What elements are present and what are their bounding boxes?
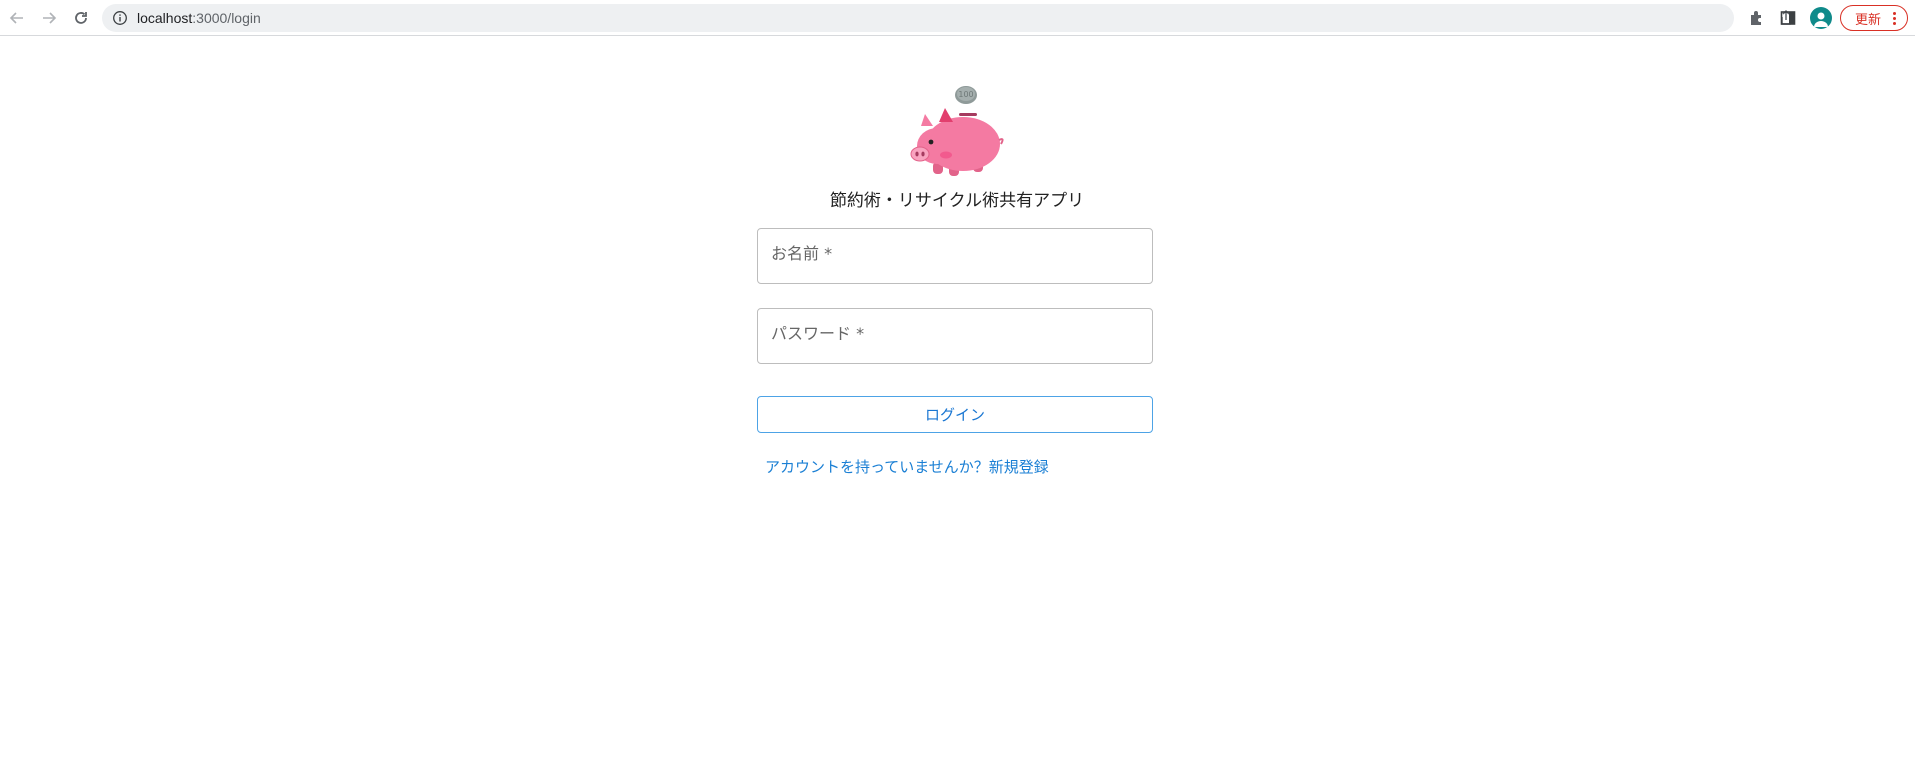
login-page: 100 節約術・リサイクル術共有アプリ お名前 * パスワード * ログイン ア… [0, 36, 1915, 784]
coin-label: 100 [958, 90, 973, 99]
url-host: localhost [137, 10, 193, 26]
url-path: :3000/login [192, 10, 261, 26]
more-vert-icon [1893, 11, 1897, 25]
update-label: 更新 [1855, 12, 1882, 28]
reload-icon[interactable] [69, 6, 93, 30]
name-field[interactable]: お名前 * [757, 228, 1153, 284]
avatar-icon[interactable] [1810, 7, 1832, 29]
signup-link[interactable]: アカウントを持っていませんか？新規登録 [765, 456, 1049, 477]
back-arrow-icon[interactable] [5, 6, 29, 30]
piggy-bank-icon: 100 [905, 84, 1005, 184]
update-button[interactable]: 更新 [1840, 5, 1908, 31]
forward-arrow-icon[interactable] [37, 6, 61, 30]
password-placeholder: パスワード * [771, 324, 865, 343]
name-placeholder: お名前 * [771, 244, 833, 263]
address-bar[interactable]: localhost:3000/login [102, 4, 1826, 32]
login-button[interactable]: ログイン [757, 396, 1153, 433]
extensions-icon[interactable] [1745, 6, 1769, 30]
app-title: 節約術・リサイクル術共有アプリ [829, 191, 1085, 211]
info-icon[interactable] [112, 10, 128, 26]
side-panel-icon[interactable] [1776, 6, 1800, 30]
url-text[interactable]: localhost:3000/login [137, 4, 261, 32]
password-field[interactable]: パスワード * [757, 308, 1153, 364]
browser-toolbar: localhost:3000/login 更新 [0, 0, 1915, 36]
